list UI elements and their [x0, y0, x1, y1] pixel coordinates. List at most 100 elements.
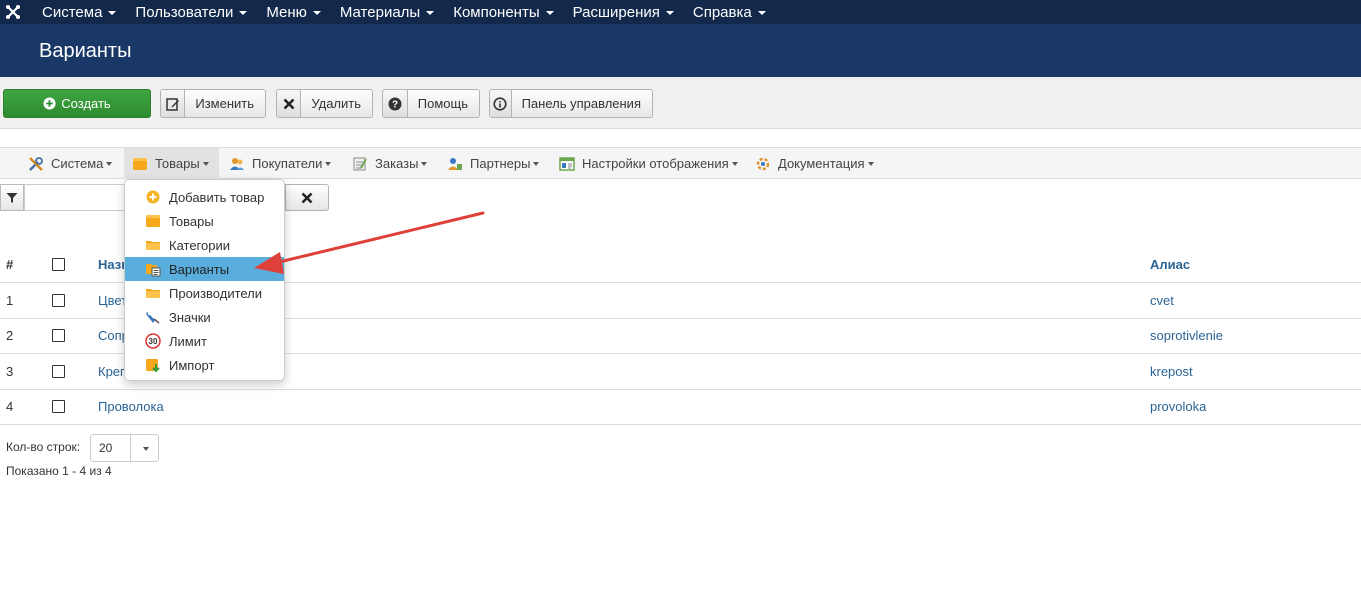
submenu-partners[interactable]: Партнеры: [447, 148, 540, 179]
topnav-extensions[interactable]: Расширения: [573, 4, 674, 21]
add-icon: [145, 189, 161, 205]
box-icon: [132, 156, 148, 172]
dropdown-item-label: Значки: [169, 309, 211, 325]
submenu-documentation-label: Документация: [778, 156, 865, 171]
dropdown-item-add-product[interactable]: Добавить товар: [125, 185, 284, 209]
chevron-down-icon[interactable]: [130, 435, 158, 461]
submenu-display-settings[interactable]: Настройки отображения: [559, 148, 738, 179]
row-alias: cvet: [1150, 292, 1174, 308]
create-button[interactable]: Создать: [3, 89, 151, 118]
checkbox-box[interactable]: [52, 400, 65, 414]
row-checkbox[interactable]: [52, 354, 65, 389]
pagination-counter: Показано 1 - 4 из 4: [6, 464, 112, 478]
submenu-customers-label: Покупатели: [252, 156, 323, 171]
dropdown-item-products[interactable]: Товары: [125, 209, 284, 233]
dropdown-item-categories[interactable]: Категории: [125, 233, 284, 257]
folder-icon: [145, 285, 161, 301]
tools-icon: [28, 156, 44, 172]
dropdown-item-manufacturers[interactable]: Производители: [125, 281, 284, 305]
checkbox-box[interactable]: [52, 329, 65, 343]
caret-down-icon: [533, 162, 540, 166]
dropdown-item-label: Лимит: [169, 333, 207, 349]
close-icon: [301, 192, 313, 204]
submenu-orders[interactable]: Заказы: [352, 148, 428, 179]
topnav-users[interactable]: Пользователи: [135, 3, 248, 21]
dropdown-item-limit[interactable]: 30 Лимит: [125, 329, 284, 353]
submenu-system[interactable]: Система: [28, 148, 113, 179]
submenu-products[interactable]: Товары: [124, 148, 219, 179]
limit-select[interactable]: 20: [90, 434, 159, 462]
orders-icon: [352, 156, 368, 172]
row-checkbox[interactable]: [52, 319, 65, 354]
dropdown-item-label: Добавить товар: [169, 189, 265, 205]
edit-button-label: Изменить: [195, 96, 254, 111]
dropdown-item-import[interactable]: Импорт: [125, 353, 284, 377]
import-icon: [145, 357, 161, 373]
products-dropdown-menu: Добавить товар Товары Категории Варианты…: [124, 179, 285, 381]
row-alias: krepost: [1150, 363, 1193, 379]
filter-icon[interactable]: [0, 184, 24, 211]
submenu-orders-label: Заказы: [375, 156, 419, 171]
caret-down-icon: [757, 11, 766, 15]
submenu-system-label: Система: [51, 156, 104, 171]
dashboard-button[interactable]: Панель управления: [489, 89, 653, 118]
topnav-menus-label: Меню: [266, 3, 307, 21]
caret-down-icon: [312, 11, 321, 15]
help-button-label: Помощь: [417, 96, 468, 111]
display-settings-icon: [559, 156, 575, 172]
top-navbar: Система Пользователи Меню Материалы Комп…: [0, 0, 1361, 24]
checkbox-box[interactable]: [52, 364, 65, 378]
caret-down-icon: [867, 162, 874, 166]
dropdown-item-label: Импорт: [169, 357, 215, 373]
delete-button[interactable]: Удалить: [276, 89, 373, 118]
row-number: 2: [6, 328, 14, 344]
dashboard-button-label: Панель управления: [521, 96, 641, 111]
topnav-components[interactable]: Компоненты: [453, 3, 554, 21]
column-header-number: #: [6, 257, 14, 272]
topnav-system[interactable]: Система: [42, 3, 117, 21]
badge-icon: [145, 309, 161, 325]
column-header-alias[interactable]: Алиас: [1150, 247, 1190, 282]
caret-down-icon: [421, 162, 428, 166]
topnav-help[interactable]: Справка: [693, 4, 766, 21]
box-icon: [145, 213, 161, 229]
topnav-menus[interactable]: Меню: [266, 4, 321, 21]
dropdown-item-badges[interactable]: Значки: [125, 305, 284, 329]
table-row: 4 Проволока provoloka: [0, 388, 1361, 425]
clear-filter-button[interactable]: [285, 184, 329, 211]
row-alias: provoloka: [1150, 399, 1207, 415]
caret-down-icon: [665, 11, 674, 15]
checkbox-box[interactable]: [52, 293, 65, 307]
submenu-customers[interactable]: Покупатели: [229, 148, 332, 179]
row-name-link[interactable]: Проволока: [98, 390, 164, 425]
submenu-documentation[interactable]: Документация: [755, 148, 874, 179]
checkbox-box[interactable]: [52, 258, 65, 271]
row-name-link[interactable]: Цвет: [98, 283, 127, 318]
dropdown-item-label: Производители: [169, 285, 263, 301]
caret-down-icon: [426, 11, 435, 15]
caret-down-icon: [239, 11, 248, 15]
variants-icon: [145, 261, 161, 277]
info-circle-icon: [490, 90, 512, 117]
edit-button[interactable]: Изменить: [160, 89, 266, 118]
topnav-content[interactable]: Материалы: [340, 4, 435, 21]
topnav-components-label: Компоненты: [453, 3, 540, 21]
limit-label: Кол-во строк:: [6, 440, 81, 454]
joomla-logo-icon[interactable]: [2, 0, 24, 24]
row-checkbox[interactable]: [52, 390, 65, 425]
dropdown-item-variants[interactable]: Варианты: [125, 257, 284, 281]
row-number: 4: [6, 399, 14, 415]
table-bottom-border: [0, 424, 1361, 425]
svg-text:30: 30: [149, 337, 158, 346]
topnav-system-label: Система: [42, 3, 103, 21]
select-all-checkbox[interactable]: [52, 247, 65, 282]
topnav-users-label: Пользователи: [135, 3, 234, 21]
row-checkbox[interactable]: [52, 283, 65, 318]
help-button[interactable]: ? Помощь: [382, 89, 480, 118]
partners-icon: [447, 156, 463, 172]
caret-down-icon: [106, 162, 113, 166]
row-alias: soprotivlenie: [1150, 328, 1223, 344]
caret-down-icon: [545, 11, 554, 15]
row-name-link[interactable]: Креп: [98, 354, 127, 389]
caret-down-icon: [143, 446, 149, 451]
